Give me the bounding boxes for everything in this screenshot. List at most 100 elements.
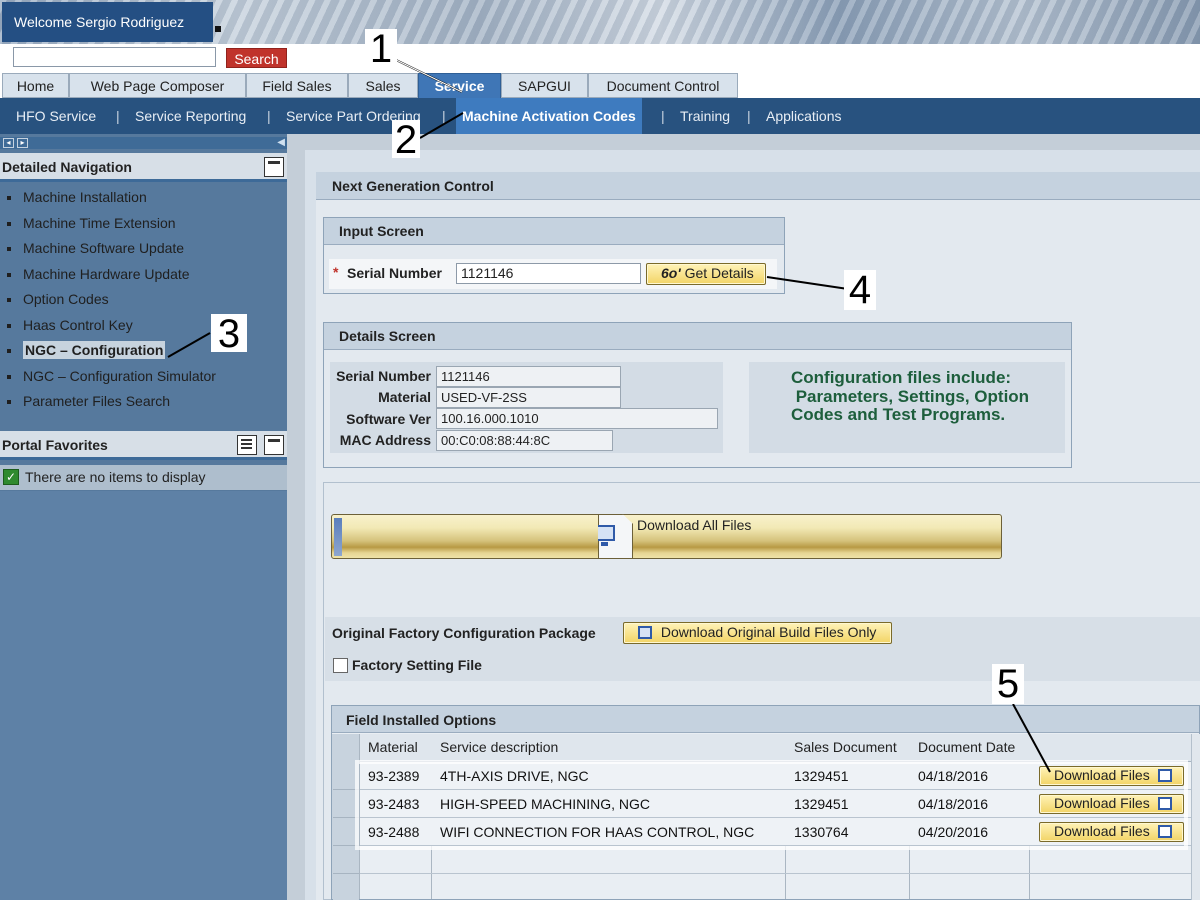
- required-marker: *: [333, 264, 339, 280]
- row-selector[interactable]: [333, 790, 359, 818]
- cell-material: 93-2389: [360, 762, 432, 790]
- info-line-2: Parameters, Settings, Option: [791, 386, 1030, 406]
- banner-dot: [215, 26, 221, 32]
- cell-document-date: 04/18/2016: [910, 790, 1030, 818]
- detail-material-label: Material: [378, 389, 431, 405]
- download-computer-icon: [598, 514, 633, 559]
- collapse-left-icon[interactable]: ◂: [3, 138, 14, 148]
- col-header-material[interactable]: Material: [360, 734, 432, 762]
- panel-collapse-bar: ◂ ▸ ◀: [0, 137, 287, 149]
- collapse-right-icon[interactable]: ▸: [17, 138, 28, 148]
- header-banner: Welcome Sergio Rodriguez: [0, 0, 1200, 44]
- subnav-separator: |: [661, 108, 665, 124]
- download-files-button[interactable]: Download Files: [1039, 794, 1184, 814]
- subnav-machine-activation-codes[interactable]: Machine Activation Codes: [456, 98, 642, 134]
- tab-field-sales[interactable]: Field Sales: [246, 73, 348, 98]
- empty-row: [360, 846, 1191, 874]
- subnav-service-reporting[interactable]: Service Reporting: [135, 98, 246, 134]
- left-panel: ◂ ▸ ◀ Detailed Navigation Machine Instal…: [0, 134, 287, 900]
- cell-description: 4TH-AXIS DRIVE, NGC: [432, 762, 786, 790]
- nav-item-parameter-files-search[interactable]: Parameter Files Search: [0, 389, 287, 415]
- nav-item-machine-installation[interactable]: Machine Installation: [0, 185, 287, 211]
- table-scrollbar[interactable]: [1191, 734, 1200, 900]
- nav-item-machine-hardware-update[interactable]: Machine Hardware Update: [0, 262, 287, 288]
- welcome-text: Welcome Sergio Rodriguez: [2, 2, 213, 42]
- favorites-list-icon[interactable]: [237, 435, 257, 455]
- download-computer-icon: [1157, 769, 1172, 782]
- search-input[interactable]: [13, 47, 216, 67]
- subnav-applications[interactable]: Applications: [766, 98, 842, 134]
- cell-sales-document: 1330764: [786, 818, 910, 846]
- download-files-button[interactable]: Download Files: [1039, 822, 1184, 842]
- tab-service[interactable]: Service: [418, 73, 501, 99]
- row-selector[interactable]: [333, 762, 359, 790]
- field-options-title: Field Installed Options: [332, 706, 1199, 733]
- detail-serial-value: 1121146: [436, 366, 621, 387]
- detail-material-value: USED-VF-2SS: [436, 387, 621, 408]
- callout-2: 2: [392, 120, 420, 160]
- callout-4: 4: [844, 270, 876, 310]
- nav-item-machine-time-extension[interactable]: Machine Time Extension: [0, 211, 287, 237]
- subnav-training[interactable]: Training: [680, 98, 730, 134]
- cell-sales-document: 1329451: [786, 762, 910, 790]
- row-selector[interactable]: [333, 818, 359, 846]
- binoculars-icon: 6o': [661, 265, 681, 281]
- col-header-sales-document[interactable]: Sales Document: [786, 734, 910, 762]
- minimize-icon[interactable]: [264, 435, 284, 455]
- detailed-navigation-list: Machine Installation Machine Time Extens…: [0, 185, 287, 415]
- subnav-separator: |: [442, 108, 446, 124]
- detail-mac-label: MAC Address: [339, 432, 431, 448]
- cell-description: WIFI CONNECTION FOR HAAS CONTROL, NGC: [432, 818, 786, 846]
- download-files-button[interactable]: Download Files: [1039, 766, 1184, 786]
- row-selector[interactable]: [333, 874, 359, 900]
- download-all-label: Download All Files: [637, 517, 752, 533]
- callout-1: 1: [365, 29, 397, 69]
- detail-mac-value: 00:C0:08:88:44:8C: [436, 430, 613, 451]
- serial-number-input[interactable]: 1121146: [456, 263, 641, 284]
- search-button[interactable]: Search: [226, 48, 287, 68]
- details-screen-title: Details Screen: [324, 323, 1071, 350]
- row-selector[interactable]: [333, 846, 359, 874]
- subnav-separator: |: [747, 108, 751, 124]
- tab-document-control[interactable]: Document Control: [588, 73, 738, 98]
- detailed-navigation-title: Detailed Navigation: [2, 159, 132, 175]
- button-accent: [334, 518, 342, 556]
- factory-setting-checkbox[interactable]: [333, 658, 348, 673]
- col-header-actions: [1030, 734, 1191, 762]
- left-panel-empty-area: [0, 491, 287, 900]
- col-header-description[interactable]: Service description: [432, 734, 786, 762]
- portal-favorites-header: Portal Favorites: [0, 431, 287, 460]
- serial-number-label: Serial Number: [347, 265, 442, 281]
- sub-navigation: HFO Service | Service Reporting | Servic…: [0, 98, 1200, 134]
- detail-software-value: 100.16.000.1010: [436, 408, 718, 429]
- download-original-build-button[interactable]: Download Original Build Files Only: [623, 622, 892, 644]
- tab-sapgui[interactable]: SAPGUI: [501, 73, 588, 98]
- col-header-document-date[interactable]: Document Date: [910, 734, 1030, 762]
- cell-material: 93-2483: [360, 790, 432, 818]
- tab-home[interactable]: Home: [2, 73, 69, 98]
- tab-web-page-composer[interactable]: Web Page Composer: [69, 73, 246, 98]
- subnav-hfo-service[interactable]: HFO Service: [16, 98, 96, 134]
- nav-item-option-codes[interactable]: Option Codes: [0, 287, 287, 313]
- cell-document-date: 04/18/2016: [910, 762, 1030, 790]
- detail-serial-label: Serial Number: [336, 368, 431, 384]
- download-computer-icon: [638, 626, 652, 639]
- minimize-icon[interactable]: [264, 157, 284, 177]
- cell-document-date: 04/20/2016: [910, 818, 1030, 846]
- download-computer-icon: [1157, 825, 1172, 838]
- favorites-empty-message: ✓ There are no items to display: [0, 465, 287, 490]
- nav-item-machine-software-update[interactable]: Machine Software Update: [0, 236, 287, 262]
- search-row: Search: [0, 44, 1200, 72]
- cell-material: 93-2488: [360, 818, 432, 846]
- download-computer-icon: [1157, 797, 1172, 810]
- download-all-button[interactable]: Download All Files: [331, 514, 1002, 559]
- callout-5: 5: [992, 664, 1024, 704]
- collapse-panel-icon[interactable]: ◀: [277, 137, 285, 148]
- section-title: Next Generation Control: [316, 172, 1200, 200]
- input-screen-title: Input Screen: [324, 218, 784, 245]
- info-line-1: Configuration files include:: [791, 368, 1012, 387]
- tab-sales[interactable]: Sales: [348, 73, 418, 98]
- get-details-button[interactable]: 6o' Get Details: [646, 263, 766, 285]
- nav-item-ngc-configuration-simulator[interactable]: NGC – Configuration Simulator: [0, 364, 287, 390]
- callout-3: 3: [211, 314, 247, 354]
